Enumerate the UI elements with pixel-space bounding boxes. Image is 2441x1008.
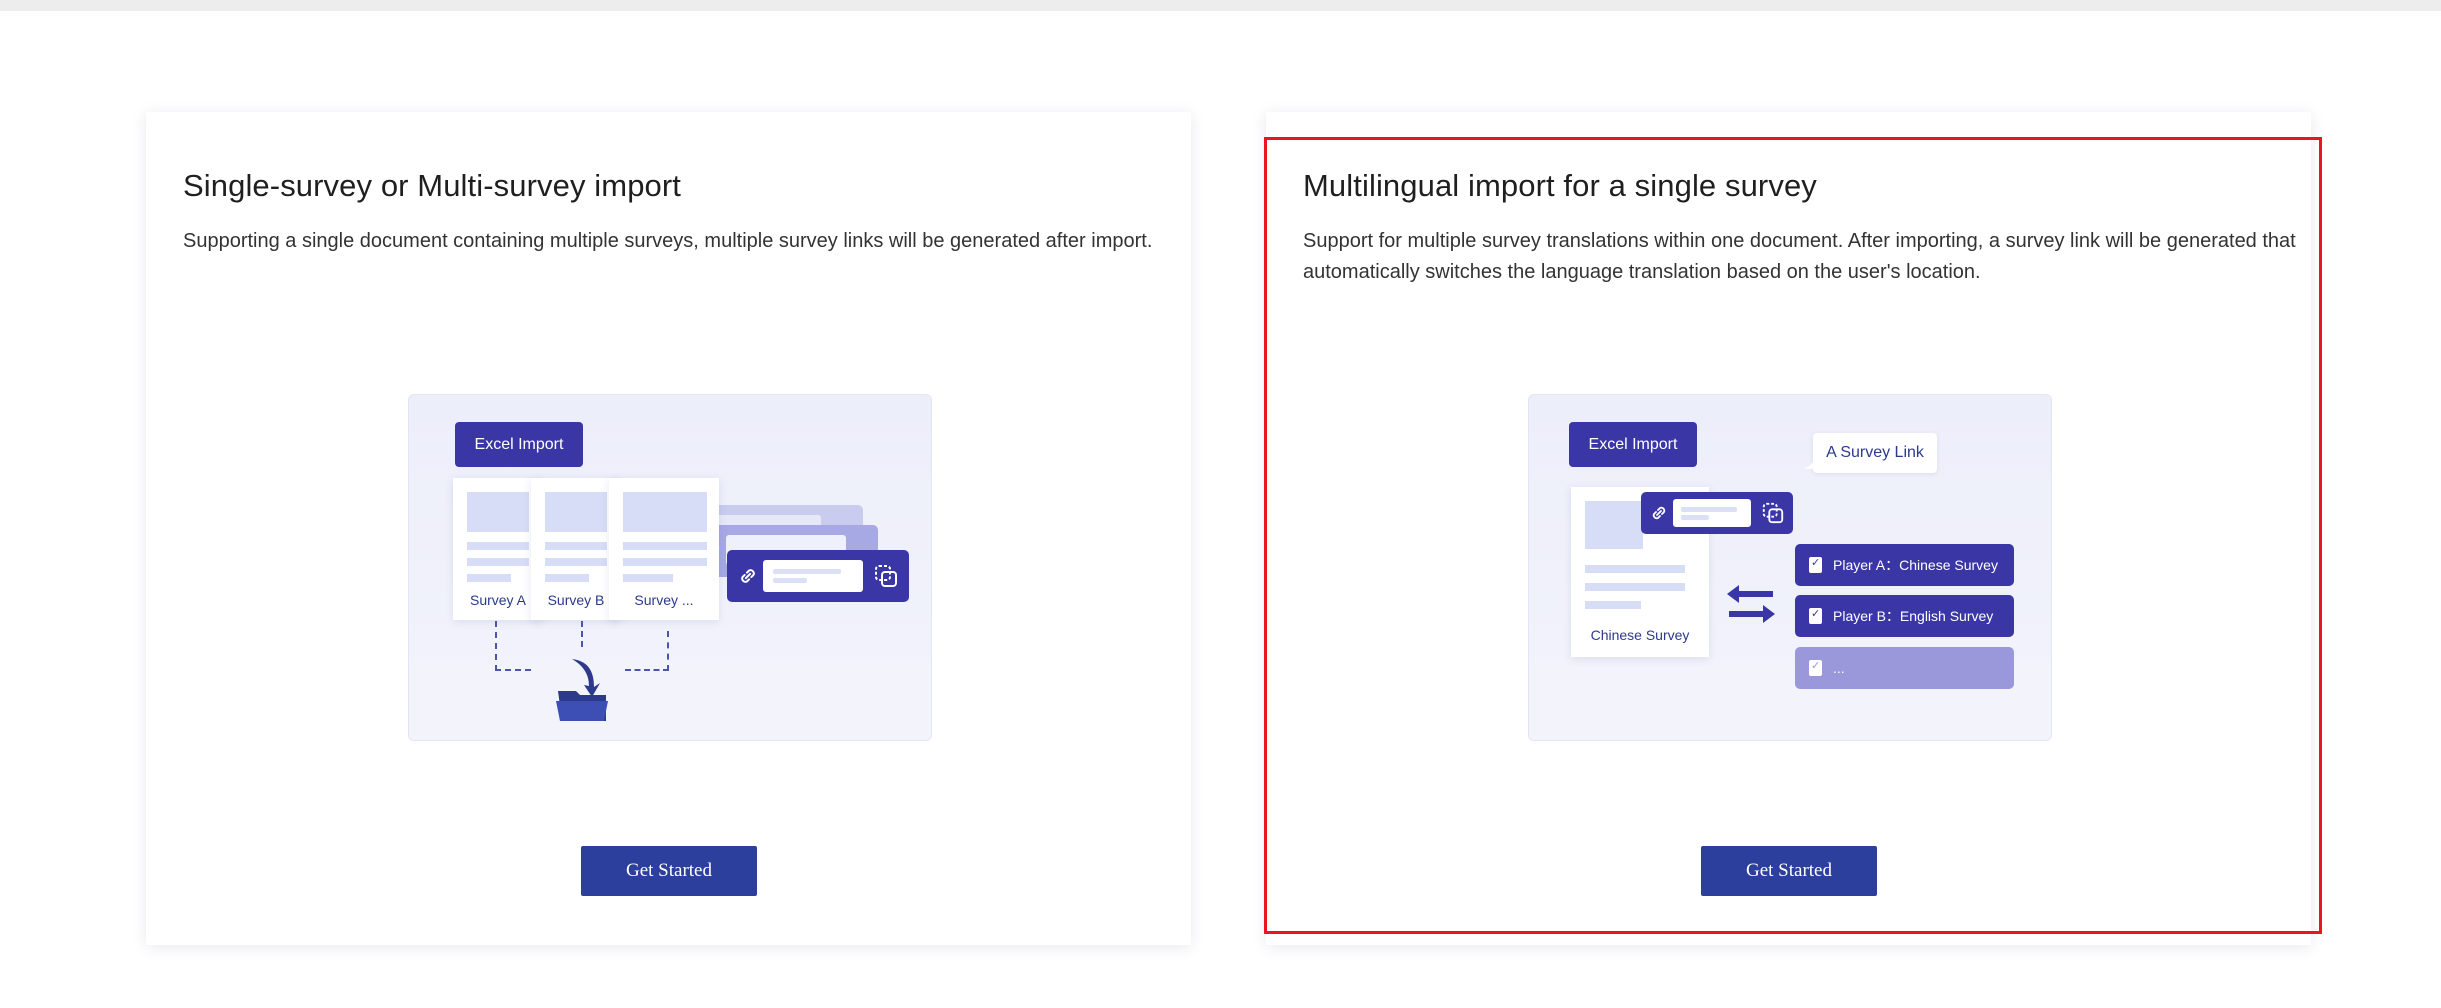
- document-icon: [1809, 659, 1822, 676]
- link-icon: [1652, 506, 1666, 520]
- card-description: Support for multiple survey translations…: [1303, 230, 2296, 283]
- card-title: Multilingual import for a single survey: [1303, 168, 1817, 203]
- copy-icon: [875, 565, 897, 587]
- document-caption: Survey B: [547, 592, 605, 608]
- link-icon: [741, 569, 755, 583]
- swap-arrows-icon: [1727, 585, 1775, 623]
- survey-document: Survey A: [453, 478, 543, 620]
- card-description: Supporting a single document containing …: [183, 230, 1153, 252]
- survey-link-card: [1641, 492, 1793, 534]
- excel-import-tag: Excel Import: [455, 422, 583, 467]
- connector-line: [581, 621, 583, 647]
- connector-line: [495, 621, 531, 671]
- import-illustration: Excel Import A Survey Link Chinese Surve…: [1528, 394, 2052, 741]
- survey-document: Survey B: [531, 478, 621, 620]
- player-language-item: Player B：English Survey: [1795, 595, 2014, 637]
- connector-line: [625, 631, 669, 671]
- player-language-item: ...: [1795, 647, 2014, 689]
- survey-link-card: [727, 550, 909, 602]
- import-option-card-multilingual[interactable]: Multilingual import for a single survey …: [1266, 112, 2311, 945]
- get-started-button[interactable]: Get Started: [1701, 846, 1877, 896]
- import-illustration: Excel Import Survey A Survey B Survey ..…: [408, 394, 932, 741]
- get-started-button[interactable]: Get Started: [581, 846, 757, 896]
- folder-icon: [556, 659, 608, 721]
- player-language-label: Player A：Chinese Survey: [1833, 557, 1998, 573]
- player-language-label: ...: [1833, 660, 1845, 676]
- import-option-card-single-multi[interactable]: Single-survey or Multi-survey import Sup…: [146, 112, 1191, 945]
- player-language-item: Player A：Chinese Survey: [1795, 544, 2014, 586]
- document-caption: Chinese Survey: [1590, 627, 1690, 643]
- card-title: Single-survey or Multi-survey import: [183, 168, 682, 203]
- document-icon: [1809, 607, 1822, 624]
- top-bar: [0, 0, 2441, 11]
- survey-document: Survey ...: [609, 478, 719, 620]
- copy-icon: [1762, 502, 1784, 524]
- survey-link-bubble: A Survey Link: [1805, 433, 1937, 473]
- document-icon: [1809, 556, 1822, 573]
- excel-import-tag: Excel Import: [1569, 422, 1697, 467]
- document-caption: Survey A: [469, 592, 527, 608]
- player-language-label: Player B：English Survey: [1833, 608, 1994, 624]
- document-caption: Survey ...: [634, 592, 694, 608]
